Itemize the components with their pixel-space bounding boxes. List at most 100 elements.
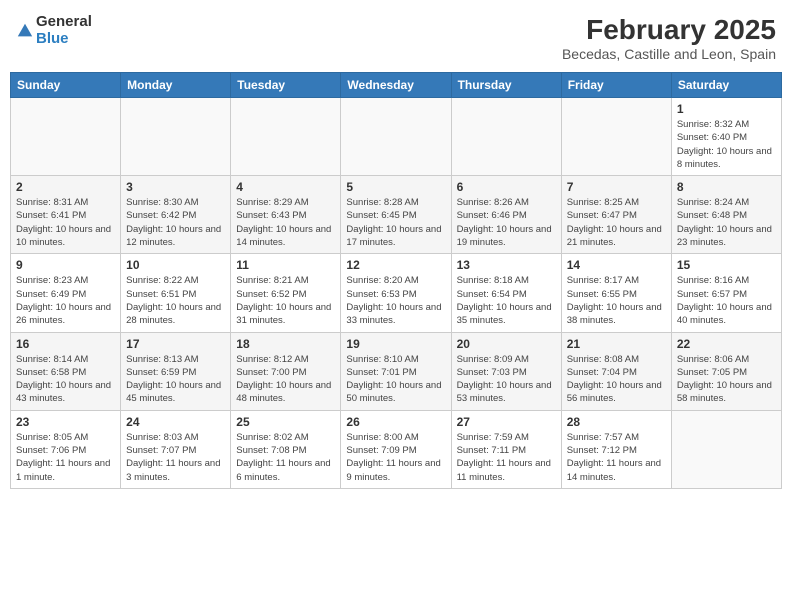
day-number: 14 <box>567 258 666 272</box>
calendar-cell: 16 Sunrise: 8:14 AM Sunset: 6:58 PM Dayli… <box>11 332 121 410</box>
day-number: 19 <box>346 337 445 351</box>
calendar-week-5: 23 Sunrise: 8:05 AM Sunset: 7:06 PM Dayli… <box>11 410 782 488</box>
day-number: 25 <box>236 415 335 429</box>
day-info: Sunrise: 8:30 AM Sunset: 6:42 PM Dayligh… <box>126 196 225 249</box>
day-number: 13 <box>457 258 556 272</box>
logo-icon <box>16 22 34 40</box>
day-number: 15 <box>677 258 776 272</box>
calendar-cell: 22Sunrise: 8:06 AM Sunset: 7:05 PM Dayli… <box>671 332 781 410</box>
day-number: 23 <box>16 415 115 429</box>
day-info: Sunrise: 8:00 AM Sunset: 7:09 PM Dayligh… <box>346 431 445 484</box>
day-info: Sunrise: 8:13 AM Sunset: 6:59 PM Dayligh… <box>126 353 225 406</box>
calendar-week-4: 16 Sunrise: 8:14 AM Sunset: 6:58 PM Dayli… <box>11 332 782 410</box>
header-friday: Friday <box>561 73 671 98</box>
calendar-cell: 17 Sunrise: 8:13 AM Sunset: 6:59 PM Dayli… <box>121 332 231 410</box>
logo: General Blue <box>16 14 92 47</box>
header-saturday: Saturday <box>671 73 781 98</box>
day-info: Sunrise: 8:29 AM Sunset: 6:43 PM Dayligh… <box>236 196 335 249</box>
day-info: Sunrise: 8:05 AM Sunset: 7:06 PM Dayligh… <box>16 431 115 484</box>
calendar-week-2: 2Sunrise: 8:31 AM Sunset: 6:41 PM Daylig… <box>11 176 782 254</box>
day-number: 9 <box>16 258 115 272</box>
day-info: Sunrise: 8:22 AM Sunset: 6:51 PM Dayligh… <box>126 274 225 327</box>
day-number: 27 <box>457 415 556 429</box>
day-info: Sunrise: 8:18 AM Sunset: 6:54 PM Dayligh… <box>457 274 556 327</box>
logo-text: General Blue <box>36 14 92 47</box>
header-thursday: Thursday <box>451 73 561 98</box>
logo-general: General <box>36 14 92 31</box>
header-tuesday: Tuesday <box>231 73 341 98</box>
day-number: 28 <box>567 415 666 429</box>
calendar-cell: 18 Sunrise: 8:12 AM Sunset: 7:00 PM Dayli… <box>231 332 341 410</box>
calendar-subtitle: Becedas, Castille and Leon, Spain <box>562 46 776 62</box>
calendar-cell: 25 Sunrise: 8:02 AM Sunset: 7:08 PM Dayli… <box>231 410 341 488</box>
day-info: Sunrise: 8:21 AM Sunset: 6:52 PM Dayligh… <box>236 274 335 327</box>
calendar-cell: 19 Sunrise: 8:10 AM Sunset: 7:01 PM Dayli… <box>341 332 451 410</box>
calendar-cell: 4 Sunrise: 8:29 AM Sunset: 6:43 PM Daylig… <box>231 176 341 254</box>
calendar-cell: 6 Sunrise: 8:26 AM Sunset: 6:46 PM Daylig… <box>451 176 561 254</box>
day-number: 21 <box>567 337 666 351</box>
calendar-cell: 20 Sunrise: 8:09 AM Sunset: 7:03 PM Dayli… <box>451 332 561 410</box>
calendar-cell <box>231 98 341 176</box>
calendar-cell: 5Sunrise: 8:28 AM Sunset: 6:45 PM Daylig… <box>341 176 451 254</box>
day-info: Sunrise: 8:20 AM Sunset: 6:53 PM Dayligh… <box>346 274 445 327</box>
calendar-cell: 13 Sunrise: 8:18 AM Sunset: 6:54 PM Dayli… <box>451 254 561 332</box>
calendar-cell <box>561 98 671 176</box>
calendar-cell: 3 Sunrise: 8:30 AM Sunset: 6:42 PM Daylig… <box>121 176 231 254</box>
header-wednesday: Wednesday <box>341 73 451 98</box>
day-number: 1 <box>677 102 776 116</box>
day-number: 20 <box>457 337 556 351</box>
header-sunday: Sunday <box>11 73 121 98</box>
calendar-cell: 26 Sunrise: 8:00 AM Sunset: 7:09 PM Dayli… <box>341 410 451 488</box>
day-number: 16 <box>16 337 115 351</box>
day-info: Sunrise: 8:17 AM Sunset: 6:55 PM Dayligh… <box>567 274 666 327</box>
day-number: 10 <box>126 258 225 272</box>
day-info: Sunrise: 8:02 AM Sunset: 7:08 PM Dayligh… <box>236 431 335 484</box>
calendar-cell: 28 Sunrise: 7:57 AM Sunset: 7:12 PM Dayli… <box>561 410 671 488</box>
day-info: Sunrise: 8:32 AM Sunset: 6:40 PM Dayligh… <box>677 118 776 171</box>
day-number: 18 <box>236 337 335 351</box>
calendar-cell <box>121 98 231 176</box>
day-number: 22 <box>677 337 776 351</box>
calendar-table: SundayMondayTuesdayWednesdayThursdayFrid… <box>10 72 782 489</box>
calendar-cell: 15 Sunrise: 8:16 AM Sunset: 6:57 PM Dayli… <box>671 254 781 332</box>
day-info: Sunrise: 8:24 AM Sunset: 6:48 PM Dayligh… <box>677 196 776 249</box>
calendar-cell: 2Sunrise: 8:31 AM Sunset: 6:41 PM Daylig… <box>11 176 121 254</box>
calendar-cell: 21 Sunrise: 8:08 AM Sunset: 7:04 PM Dayli… <box>561 332 671 410</box>
day-info: Sunrise: 7:59 AM Sunset: 7:11 PM Dayligh… <box>457 431 556 484</box>
day-number: 6 <box>457 180 556 194</box>
day-number: 17 <box>126 337 225 351</box>
day-number: 26 <box>346 415 445 429</box>
header-monday: Monday <box>121 73 231 98</box>
day-number: 2 <box>16 180 115 194</box>
calendar-cell: 12Sunrise: 8:20 AM Sunset: 6:53 PM Dayli… <box>341 254 451 332</box>
day-number: 3 <box>126 180 225 194</box>
day-info: Sunrise: 8:12 AM Sunset: 7:00 PM Dayligh… <box>236 353 335 406</box>
day-info: Sunrise: 8:03 AM Sunset: 7:07 PM Dayligh… <box>126 431 225 484</box>
calendar-header-row: SundayMondayTuesdayWednesdayThursdayFrid… <box>11 73 782 98</box>
calendar-cell: 9Sunrise: 8:23 AM Sunset: 6:49 PM Daylig… <box>11 254 121 332</box>
calendar-cell <box>671 410 781 488</box>
calendar-week-3: 9Sunrise: 8:23 AM Sunset: 6:49 PM Daylig… <box>11 254 782 332</box>
calendar-cell: 10 Sunrise: 8:22 AM Sunset: 6:51 PM Dayli… <box>121 254 231 332</box>
day-number: 24 <box>126 415 225 429</box>
day-number: 5 <box>346 180 445 194</box>
calendar-title: February 2025 <box>562 14 776 46</box>
day-number: 11 <box>236 258 335 272</box>
day-info: Sunrise: 8:16 AM Sunset: 6:57 PM Dayligh… <box>677 274 776 327</box>
calendar-cell: 8Sunrise: 8:24 AM Sunset: 6:48 PM Daylig… <box>671 176 781 254</box>
day-info: Sunrise: 8:08 AM Sunset: 7:04 PM Dayligh… <box>567 353 666 406</box>
day-number: 4 <box>236 180 335 194</box>
day-info: Sunrise: 7:57 AM Sunset: 7:12 PM Dayligh… <box>567 431 666 484</box>
day-info: Sunrise: 8:10 AM Sunset: 7:01 PM Dayligh… <box>346 353 445 406</box>
day-number: 7 <box>567 180 666 194</box>
calendar-cell: 24 Sunrise: 8:03 AM Sunset: 7:07 PM Dayli… <box>121 410 231 488</box>
calendar-cell: 27 Sunrise: 7:59 AM Sunset: 7:11 PM Dayli… <box>451 410 561 488</box>
calendar-cell <box>451 98 561 176</box>
day-info: Sunrise: 8:09 AM Sunset: 7:03 PM Dayligh… <box>457 353 556 406</box>
calendar-cell <box>341 98 451 176</box>
calendar-cell: 23 Sunrise: 8:05 AM Sunset: 7:06 PM Dayli… <box>11 410 121 488</box>
day-info: Sunrise: 8:26 AM Sunset: 6:46 PM Dayligh… <box>457 196 556 249</box>
calendar-cell: 11 Sunrise: 8:21 AM Sunset: 6:52 PM Dayli… <box>231 254 341 332</box>
day-info: Sunrise: 8:14 AM Sunset: 6:58 PM Dayligh… <box>16 353 115 406</box>
page-header: General Blue February 2025 Becedas, Cast… <box>10 10 782 66</box>
